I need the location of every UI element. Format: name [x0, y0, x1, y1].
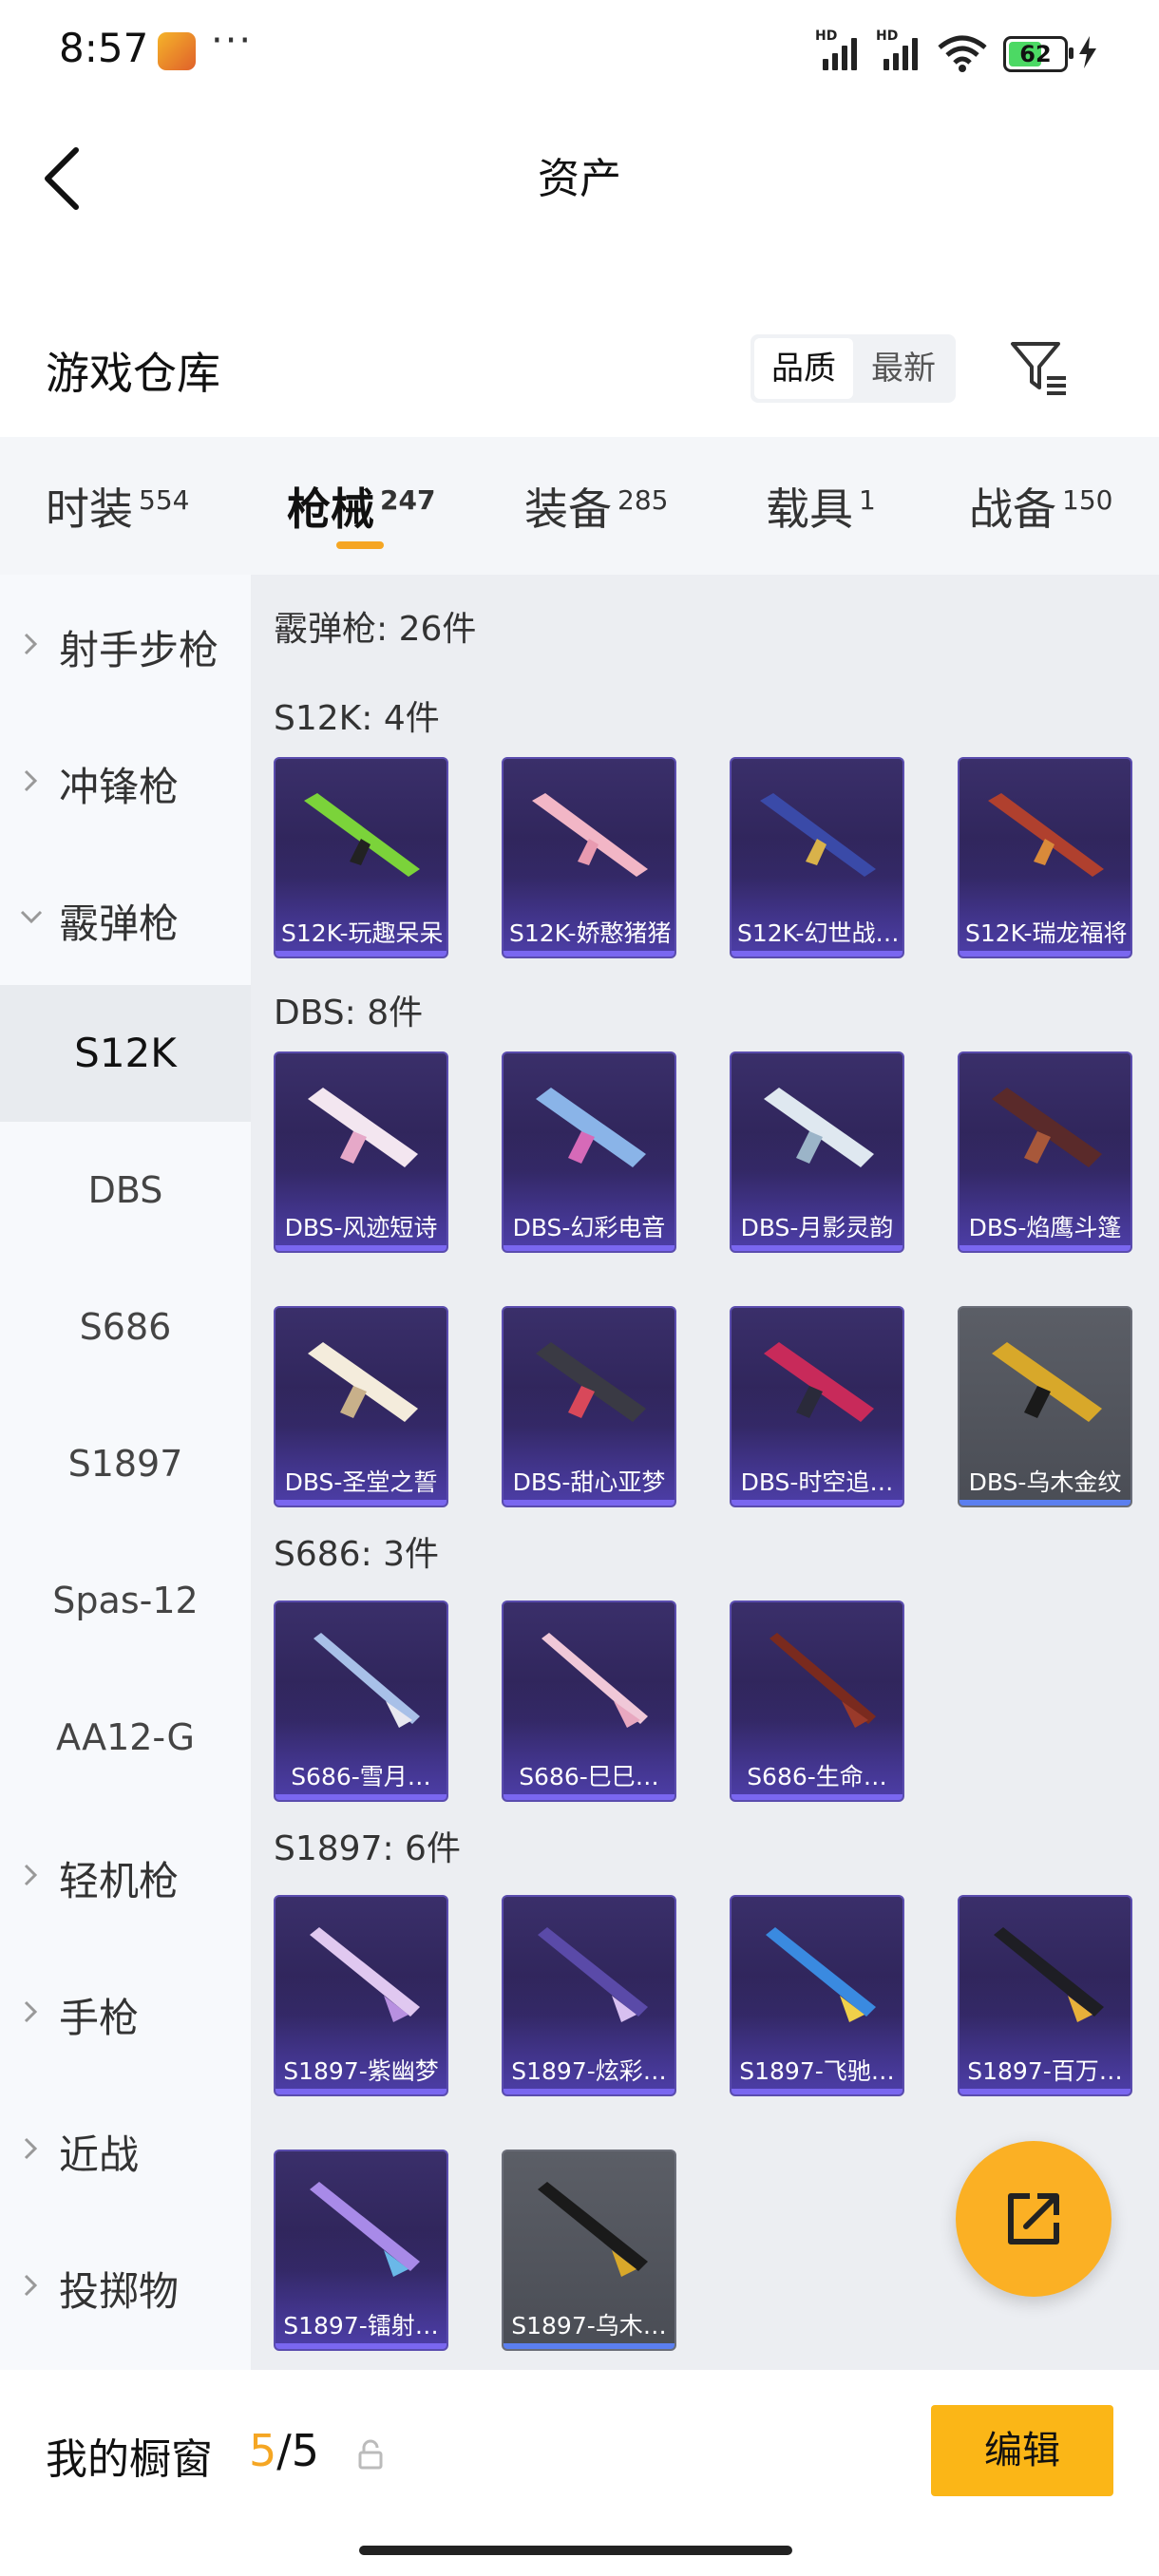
- shotgun-skin-icon: [536, 1088, 646, 1167]
- sidebar-item-marksman-rifle[interactable]: 射手步枪: [0, 575, 251, 711]
- category-tabs: 时装 554 枪械 247 装备 285 载具 1 战备 150: [0, 437, 1159, 575]
- sidebar-subitem-s686[interactable]: S686: [0, 1259, 251, 1395]
- shotgun-skin-icon: [308, 1342, 418, 1422]
- rifle-skin-icon: [304, 793, 420, 877]
- item-card[interactable]: S1897-紫幽梦: [274, 1895, 448, 2096]
- app-notification-icon: [158, 32, 196, 70]
- page-title: 资产: [538, 155, 621, 203]
- item-card[interactable]: S686-巳巳…: [502, 1601, 676, 1802]
- battery-icon: 62: [1003, 36, 1074, 72]
- shotgun-skin-icon: [764, 1342, 874, 1422]
- shotgun-skin-icon: [538, 2182, 648, 2277]
- sidebar-item-pistol[interactable]: 手枪: [0, 1942, 251, 2079]
- item-card[interactable]: S686-生命…: [730, 1601, 904, 1802]
- group-label-s1897: S1897: 6件: [274, 1829, 461, 1868]
- shotgun-skin-icon: [310, 1927, 420, 2022]
- showcase-label: 我的橱窗: [46, 2435, 213, 2484]
- showcase-count: 5/5: [249, 2425, 320, 2476]
- sidebar-item-smg[interactable]: 冲锋枪: [0, 711, 251, 848]
- chevron-down-icon: [20, 910, 43, 924]
- sidebar: 射手步枪 冲锋枪 霰弹枪 S12K DBS S686 S1897 Spas-12…: [0, 575, 251, 2370]
- tab-equipment[interactable]: 装备 285: [524, 475, 668, 538]
- category-count: 霰弹枪: 26件: [274, 610, 477, 649]
- chevron-right-icon: [24, 1864, 38, 1886]
- active-tab-indicator: [336, 541, 384, 549]
- chevron-right-icon: [24, 633, 38, 655]
- shotgun-skin-icon: [314, 1633, 420, 1728]
- edit-button[interactable]: 编辑: [931, 2405, 1113, 2496]
- shotgun-skin-icon: [764, 1088, 874, 1167]
- status-more: ···: [211, 19, 254, 63]
- shotgun-skin-icon: [310, 2182, 420, 2277]
- sidebar-item-melee[interactable]: 近战: [0, 2079, 251, 2216]
- item-card[interactable]: S1897-镭射…: [274, 2150, 448, 2351]
- home-indicator[interactable]: [359, 2546, 792, 2555]
- tab-fashion[interactable]: 时装 554: [46, 475, 189, 538]
- tab-guns[interactable]: 枪械 247: [287, 475, 435, 538]
- item-card[interactable]: DBS-甜心亚梦: [502, 1306, 676, 1507]
- item-card[interactable]: S12K-玩趣呆呆: [274, 757, 448, 958]
- rifle-skin-icon: [532, 793, 648, 877]
- sidebar-subitem-s1897[interactable]: S1897: [0, 1395, 251, 1532]
- signal-icon-2: HD: [876, 28, 925, 70]
- item-card[interactable]: S1897-飞驰…: [730, 1895, 904, 2096]
- share-button[interactable]: [956, 2141, 1112, 2297]
- item-grid-area: 霰弹枪: 26件 S12K: 4件 S12K-玩趣呆呆 S12K-娇憨猪猪 S1…: [251, 575, 1159, 2370]
- signal-icon: HD: [815, 28, 864, 70]
- wifi-icon: [938, 35, 987, 72]
- chevron-right-icon: [24, 2274, 38, 2297]
- item-card[interactable]: DBS-幻彩电音: [502, 1051, 676, 1253]
- item-card[interactable]: S686-雪月…: [274, 1601, 448, 1802]
- chevron-right-icon: [24, 2000, 38, 2023]
- sidebar-subitem-s12k[interactable]: S12K: [0, 985, 251, 1122]
- group-label-dbs: DBS: 8件: [274, 994, 424, 1032]
- chevron-right-icon: [24, 2137, 38, 2160]
- item-card[interactable]: DBS-乌木金纹: [958, 1306, 1132, 1507]
- battery-level: 62: [1019, 41, 1052, 67]
- shotgun-skin-icon: [994, 1927, 1104, 2022]
- item-card[interactable]: DBS-焰鹰斗篷: [958, 1051, 1132, 1253]
- share-external-icon: [1008, 2193, 1059, 2245]
- tab-supplies[interactable]: 战备 150: [969, 475, 1112, 538]
- item-card[interactable]: S12K-娇憨猪猪: [502, 757, 676, 958]
- sidebar-item-shotgun[interactable]: 霰弹枪: [0, 848, 251, 985]
- sidebar-subitem-dbs[interactable]: DBS: [0, 1122, 251, 1259]
- shotgun-skin-icon: [992, 1088, 1102, 1167]
- tab-vehicles[interactable]: 载具 1: [766, 475, 876, 538]
- item-card[interactable]: S12K-瑞龙福将: [958, 757, 1132, 958]
- item-card[interactable]: S1897-炫彩…: [502, 1895, 676, 2096]
- group-label-s12k: S12K: 4件: [274, 699, 440, 738]
- status-time: 8:57: [59, 25, 149, 71]
- chevron-right-icon: [24, 769, 38, 792]
- item-card[interactable]: S12K-幻世战…: [730, 757, 904, 958]
- rifle-skin-icon: [760, 793, 876, 877]
- filter-icon[interactable]: [1009, 338, 1070, 397]
- shotgun-skin-icon: [770, 1633, 876, 1728]
- shotgun-skin-icon: [766, 1927, 876, 2022]
- shotgun-skin-icon: [308, 1088, 418, 1167]
- shotgun-skin-icon: [538, 1927, 648, 2022]
- sort-toggle: 品质 最新: [750, 334, 956, 403]
- group-label-s686: S686: 3件: [274, 1535, 440, 1574]
- sort-newest-button[interactable]: 最新: [855, 338, 952, 399]
- warehouse-title: 游戏仓库: [46, 348, 220, 399]
- item-card[interactable]: S1897-乌木…: [502, 2150, 676, 2351]
- lock-icon: [358, 2439, 383, 2470]
- shotgun-skin-icon: [992, 1342, 1102, 1422]
- item-card[interactable]: DBS-圣堂之誓: [274, 1306, 448, 1507]
- item-card[interactable]: S1897-百万…: [958, 1895, 1132, 2096]
- item-card[interactable]: DBS-风迹短诗: [274, 1051, 448, 1253]
- shotgun-skin-icon: [536, 1342, 646, 1422]
- charging-icon: [1079, 36, 1096, 68]
- shotgun-skin-icon: [542, 1633, 648, 1728]
- status-bar: 8:57 ··· HD HD 62: [0, 0, 1159, 104]
- sidebar-subitem-aa12g[interactable]: AA12-G: [0, 1669, 251, 1806]
- sidebar-item-throwables[interactable]: 投掷物: [0, 2216, 251, 2353]
- sidebar-item-lmg[interactable]: 轻机枪: [0, 1806, 251, 1942]
- sort-quality-button[interactable]: 品质: [754, 338, 853, 399]
- sidebar-subitem-spas12[interactable]: Spas-12: [0, 1532, 251, 1669]
- item-card[interactable]: DBS-时空追…: [730, 1306, 904, 1507]
- item-card[interactable]: DBS-月影灵韵: [730, 1051, 904, 1253]
- rifle-skin-icon: [988, 793, 1104, 877]
